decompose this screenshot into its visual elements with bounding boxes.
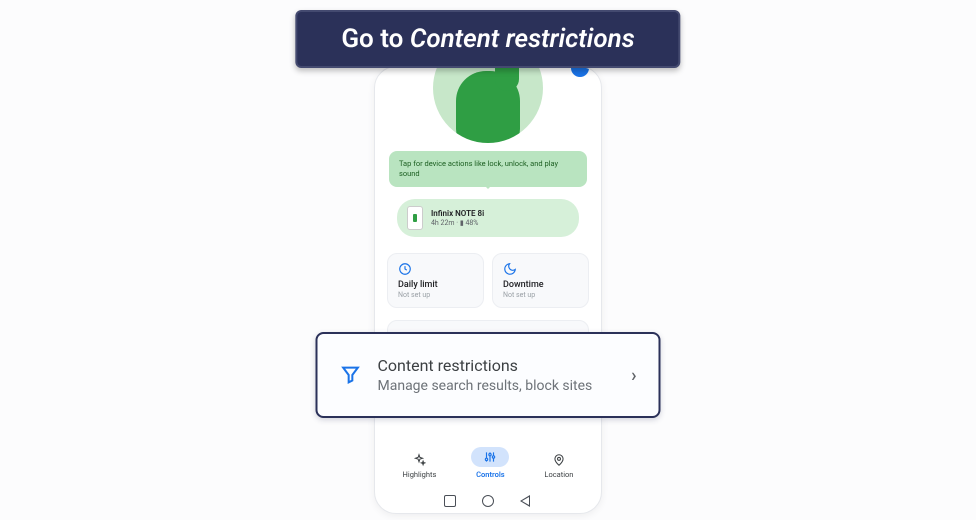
android-nav-bar <box>375 495 601 507</box>
tab-location-label: Location <box>544 470 573 479</box>
downtime-title: Downtime <box>503 280 578 290</box>
callout-sub: Manage search results, block sites <box>378 378 616 394</box>
daily-limit-card[interactable]: Daily limit Not set up <box>387 253 484 308</box>
nav-home-icon[interactable] <box>482 495 494 507</box>
device-sub: 4h 22m · ▮ 48% <box>431 219 484 227</box>
device-name: Infinix NOTE 8i <box>431 209 484 218</box>
quick-cards: Daily limit Not set up Downtime Not set … <box>387 253 589 308</box>
tab-controls[interactable]: Controls <box>471 447 509 479</box>
hero-illustration <box>375 66 601 147</box>
moon-icon <box>503 262 578 276</box>
bottom-tabs: Highlights Controls Location <box>375 443 601 483</box>
dino-neck <box>495 66 519 91</box>
clock-icon <box>398 262 473 276</box>
sparkle-icon <box>412 453 426 467</box>
nav-back-icon[interactable] <box>520 495 532 507</box>
phone-frame: Tap for device actions like lock, unlock… <box>374 66 602 514</box>
content-restrictions-callout[interactable]: Content restrictions Manage search resul… <box>316 332 661 418</box>
device-info: Infinix NOTE 8i 4h 22m · ▮ 48% <box>431 209 484 227</box>
tooltip-text: Tap for device actions like lock, unlock… <box>399 159 558 178</box>
nav-recent-icon[interactable] <box>444 495 456 507</box>
callout-text: Content restrictions Manage search resul… <box>378 356 616 394</box>
device-chip[interactable]: Infinix NOTE 8i 4h 22m · ▮ 48% <box>397 199 579 237</box>
filter-icon <box>340 364 362 386</box>
daily-limit-sub: Not set up <box>398 291 473 299</box>
sliders-icon <box>471 447 509 467</box>
tab-location[interactable]: Location <box>544 453 573 479</box>
downtime-sub: Not set up <box>503 291 578 299</box>
tab-controls-label: Controls <box>476 470 505 479</box>
tab-highlights-label: Highlights <box>403 470 437 479</box>
callout-title: Content restrictions <box>378 356 616 375</box>
location-pin-icon <box>552 453 566 467</box>
downtime-card[interactable]: Downtime Not set up <box>492 253 589 308</box>
instruction-prefix: Go to <box>341 24 410 54</box>
device-icon <box>407 206 423 230</box>
chevron-right-icon: › <box>631 365 636 386</box>
instruction-target: Content restrictions <box>410 24 635 54</box>
tab-highlights[interactable]: Highlights <box>403 453 437 479</box>
instruction-banner: Go to Content restrictions <box>295 10 680 68</box>
device-actions-tooltip[interactable]: Tap for device actions like lock, unlock… <box>389 151 587 187</box>
dino-circle <box>433 66 543 143</box>
daily-limit-title: Daily limit <box>398 280 473 290</box>
